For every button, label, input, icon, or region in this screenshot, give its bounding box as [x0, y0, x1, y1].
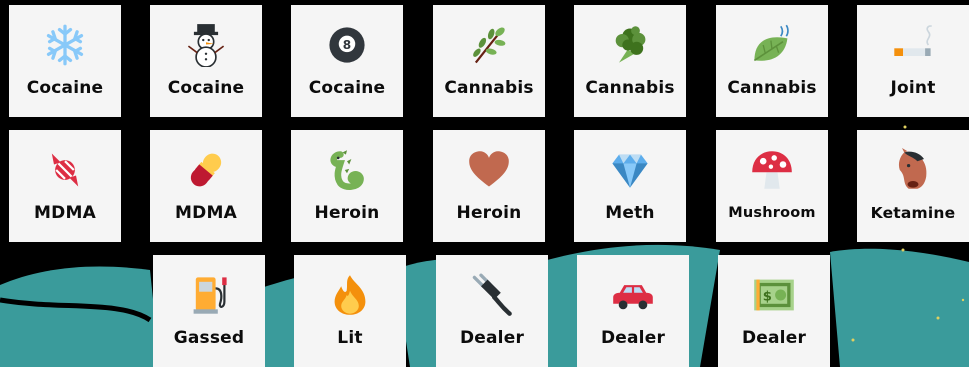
card-cannabis-herb[interactable]: Cannabis [433, 5, 545, 117]
svg-text:8: 8 [343, 38, 351, 52]
red-car-icon [609, 271, 657, 319]
cigarette-icon [889, 21, 937, 69]
mushroom-icon [748, 146, 796, 194]
horse-face-icon [889, 146, 937, 194]
card-cannabis-broccoli[interactable]: Cannabis [574, 5, 686, 117]
candy-icon [41, 146, 89, 194]
card-joint[interactable]: Joint [857, 5, 969, 117]
card-label: Cocaine [26, 78, 104, 98]
card-heroin-heart[interactable]: Heroin [433, 130, 545, 242]
card-label: Heroin [456, 203, 522, 223]
broccoli-icon [606, 21, 654, 69]
card-label: Dealer [459, 328, 525, 348]
brown-heart-icon [465, 146, 513, 194]
card-label: Gassed [173, 328, 245, 348]
card-label: Meth [605, 203, 655, 223]
card-label: Lit [337, 328, 363, 348]
card-dealer-car[interactable]: Dealer [577, 255, 689, 367]
card-label: Cannabis [444, 78, 534, 98]
leaf-fluttering-in-wind-icon [748, 21, 796, 69]
card-cocaine-eight-ball[interactable]: 8 Cocaine [291, 5, 403, 117]
card-cannabis-leaf[interactable]: Cannabis [716, 5, 828, 117]
card-lit-fire[interactable]: Lit [294, 255, 406, 367]
card-label: Mushroom [728, 205, 816, 221]
eight-ball-icon: 8 [323, 21, 371, 69]
card-label: MDMA [34, 203, 96, 223]
card-heroin-dragon[interactable]: Heroin [291, 130, 403, 242]
card-gassed-fuel-pump[interactable]: Gassed [153, 255, 265, 367]
card-label: Ketamine [870, 204, 956, 222]
card-cocaine-snowflake[interactable]: Cocaine [9, 5, 121, 117]
card-label: Heroin [314, 203, 380, 223]
fuel-pump-icon [185, 271, 233, 319]
herb-icon [465, 21, 513, 69]
snowman-icon [182, 21, 230, 69]
pill-icon [182, 146, 230, 194]
card-mdma-candy[interactable]: MDMA [9, 130, 121, 242]
card-dealer-plug[interactable]: Dealer [436, 255, 548, 367]
card-label: Cannabis [585, 78, 675, 98]
card-label: Dealer [600, 328, 666, 348]
card-label: Cocaine [167, 78, 245, 98]
card-label: Dealer [741, 328, 807, 348]
card-ketamine-horse[interactable]: Ketamine [857, 130, 969, 242]
card-label: Cannabis [727, 78, 817, 98]
dragon-icon [323, 146, 371, 194]
card-dealer-banknote[interactable]: $ Dealer [718, 255, 830, 367]
electric-plug-icon [468, 271, 516, 319]
fire-icon [326, 271, 374, 319]
dollar-banknote-icon: $ [750, 271, 798, 319]
card-cocaine-snowman[interactable]: Cocaine [150, 5, 262, 117]
svg-text:$: $ [763, 290, 772, 305]
card-label: Cocaine [308, 78, 386, 98]
card-mushroom[interactable]: Mushroom [716, 130, 828, 242]
card-label: MDMA [175, 203, 237, 223]
gem-icon [606, 146, 654, 194]
card-mdma-pill[interactable]: MDMA [150, 130, 262, 242]
card-label: Joint [890, 78, 936, 98]
snowflake-icon [41, 21, 89, 69]
card-meth-gem[interactable]: Meth [574, 130, 686, 242]
